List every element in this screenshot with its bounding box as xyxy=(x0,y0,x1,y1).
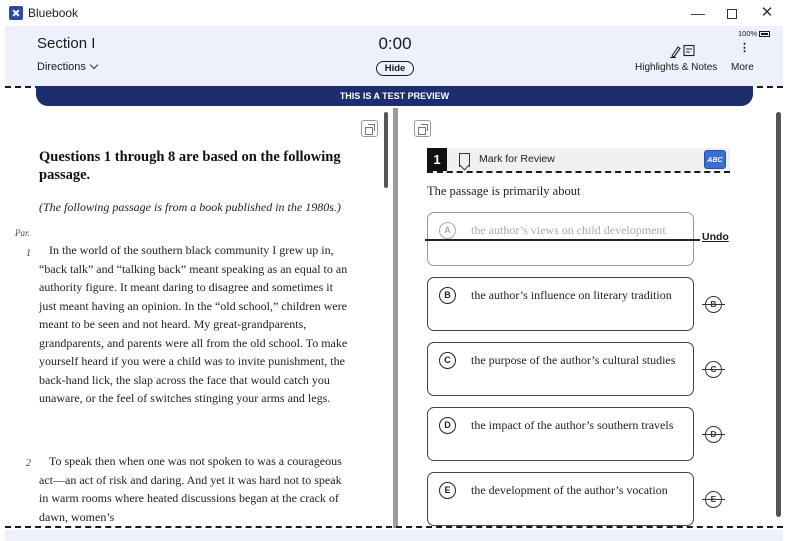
highlights-notes-button[interactable] xyxy=(667,44,697,58)
passage-intro: (The following passage is from a book pu… xyxy=(39,200,341,214)
test-footer xyxy=(5,530,783,541)
option-letter: C xyxy=(439,352,456,369)
hide-timer-button[interactable]: Hide xyxy=(376,61,414,76)
passage-paragraph: In the world of the southern black commu… xyxy=(39,241,349,408)
passage-paragraph: To speak then when one was not spoken to… xyxy=(39,452,349,526)
bookmark-icon[interactable] xyxy=(459,153,470,167)
passage-heading: Questions 1 through 8 are based on the f… xyxy=(39,149,341,183)
pen-highlight-icon xyxy=(670,46,681,58)
paragraph-number: 1 xyxy=(26,248,31,259)
undo-eliminate-button[interactable]: Undo xyxy=(702,231,729,243)
chevron-down-icon xyxy=(89,60,99,70)
minimize-button[interactable]: — xyxy=(683,2,713,24)
crossed-out-line xyxy=(425,239,700,241)
test-preview-banner: THIS IS A TEST PREVIEW xyxy=(36,86,753,106)
battery-percent: 100% xyxy=(738,29,758,38)
more-menu-button[interactable]: More xyxy=(731,62,754,73)
expand-passage-button[interactable] xyxy=(361,120,378,137)
eliminator-toggle-button[interactable]: ABC xyxy=(704,150,726,169)
option-text: the development of the author’s vocation xyxy=(471,483,668,497)
option-text: the author’s influence on literary tradi… xyxy=(471,288,672,302)
question-header: 1 Mark for Review ABC xyxy=(427,148,730,173)
paragraph-text: In the world of the southern black commu… xyxy=(39,243,348,405)
directions-button[interactable]: Directions xyxy=(37,60,99,73)
battery-status: 100% xyxy=(738,29,771,38)
paragraph-label: Par. xyxy=(15,228,30,238)
question-prompt: The passage is primarily about xyxy=(427,184,581,198)
option-letter: E xyxy=(439,482,456,499)
option-letter: B xyxy=(439,287,456,304)
maximize-button[interactable] xyxy=(717,2,747,24)
notes-icon xyxy=(683,44,695,57)
option-text: the author’s views on child development xyxy=(471,223,666,237)
answer-option-b[interactable]: B the author’s influence on literary tra… xyxy=(427,277,694,331)
paragraph-text: To speak then when one was not spoken to… xyxy=(39,454,342,524)
eliminate-option-d-button[interactable]: D xyxy=(702,426,725,443)
answer-option-e[interactable]: E the development of the author’s vocati… xyxy=(427,472,694,526)
question-number: 1 xyxy=(427,148,447,171)
highlights-notes-label[interactable]: Highlights & Notes xyxy=(635,62,717,73)
window-titlebar: Bluebook — ✕ xyxy=(0,0,788,26)
app-title: Bluebook xyxy=(28,6,79,20)
bluebook-logo-icon xyxy=(9,6,23,20)
section-title: Section I xyxy=(37,35,96,52)
footer-divider xyxy=(5,526,783,528)
eliminate-option-c-button[interactable]: C xyxy=(702,361,725,378)
answer-option-d[interactable]: D the impact of the author’s southern tr… xyxy=(427,407,694,461)
battery-icon xyxy=(759,31,771,38)
option-text: the purpose of the author’s cultural stu… xyxy=(471,353,676,367)
paragraph-number: 2 xyxy=(26,458,31,469)
question-pane: 1 Mark for Review ABC The passage is pri… xyxy=(398,108,783,528)
passage-pane: Questions 1 through 8 are based on the f… xyxy=(5,108,393,528)
answer-option-c[interactable]: C the purpose of the author’s cultural s… xyxy=(427,342,694,396)
close-window-button[interactable]: ✕ xyxy=(752,2,782,24)
timer: 0:00 xyxy=(378,34,412,53)
directions-label: Directions xyxy=(37,61,86,73)
question-scrollbar[interactable] xyxy=(776,112,781,517)
eliminate-option-b-button[interactable]: B xyxy=(702,296,725,313)
passage-scrollbar[interactable] xyxy=(384,112,388,188)
mark-for-review-button[interactable]: Mark for Review xyxy=(479,153,555,165)
option-text: the impact of the author’s southern trav… xyxy=(471,418,674,432)
collapse-question-button[interactable] xyxy=(414,120,431,137)
option-letter: A xyxy=(439,222,456,239)
maximize-icon xyxy=(727,9,737,20)
option-letter: D xyxy=(439,417,456,434)
more-menu-icon[interactable]: ⋮ xyxy=(739,43,750,54)
test-header: Section I Directions 0:00 Hide Highlight… xyxy=(5,26,783,86)
eliminate-option-e-button[interactable]: E xyxy=(702,491,725,508)
